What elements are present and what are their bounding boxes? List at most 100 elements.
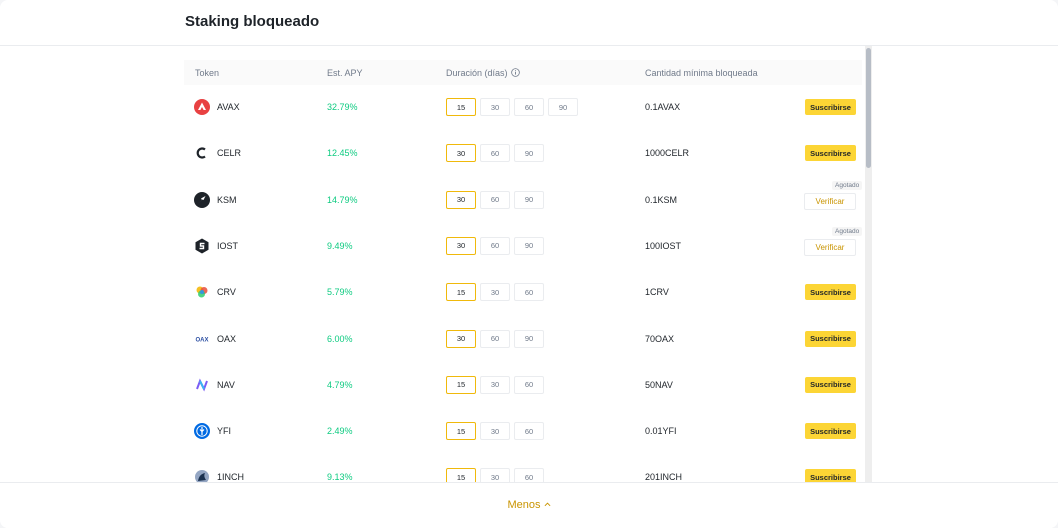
duration-option-30[interactable]: 30: [446, 329, 476, 348]
apy-value: 32.79%: [327, 102, 358, 112]
table-row: OAX OAX 6.00% 30 60 90 70OAX Suscribirse: [184, 316, 862, 362]
token-name: AVAX: [217, 102, 240, 112]
modal-footer: Menos: [0, 482, 1058, 528]
apy-value: 9.13%: [327, 472, 353, 482]
token-name: IOST: [217, 240, 239, 251]
sold-out-badge: Agotado: [832, 226, 863, 236]
subscribe-button[interactable]: Suscribirse: [805, 469, 856, 482]
table-row: KSM 14.79% 30 60 90 0.1KSM Agotado Verificar: [184, 177, 863, 223]
token-name: OAX: [217, 333, 237, 344]
duration-option-15[interactable]: 15: [446, 375, 476, 394]
table-row: 1INCH 9.13% 15 30 60 201INCH Suscribirse: [184, 454, 862, 482]
scrollbar[interactable]: [865, 46, 872, 482]
subscribe-button[interactable]: Suscribirse: [805, 145, 856, 162]
subscribe-button[interactable]: Suscribirse: [805, 423, 856, 440]
duration-option-90[interactable]: 90: [548, 98, 578, 116]
apy-value: 2.49%: [327, 426, 353, 437]
duration-option-60[interactable]: 60: [514, 375, 544, 394]
token-name: YFI: [217, 426, 232, 437]
duration-option-90[interactable]: 90: [514, 190, 544, 209]
celr-icon: [194, 145, 210, 161]
less-button[interactable]: Menos: [0, 499, 1058, 511]
subscribe-button[interactable]: Suscribirse: [805, 99, 856, 115]
duration-option-30[interactable]: 30: [446, 236, 476, 255]
subscribe-button[interactable]: Suscribirse: [805, 330, 856, 347]
token-name: CELR: [217, 148, 242, 159]
duration-option-30[interactable]: 30: [480, 468, 510, 482]
page-title: Staking bloqueado: [185, 13, 320, 30]
subscribe-button[interactable]: Suscribirse: [805, 284, 856, 301]
duration-options: 15 30 60 90: [446, 98, 582, 116]
duration-option-60[interactable]: 60: [480, 329, 510, 348]
sold-out-badge: Agotado: [832, 180, 863, 190]
column-header-min: Cantidad mínima bloqueada: [645, 68, 758, 78]
duration-option-15[interactable]: 15: [446, 98, 476, 116]
table-row: AVAX 32.79% 15 30 60 90 0.1AVAX Suscribirse: [184, 84, 862, 130]
duration-option-15[interactable]: 15: [446, 422, 476, 441]
info-icon[interactable]: [510, 68, 520, 77]
min-amount: 1CRV: [645, 287, 669, 298]
duration-option-30[interactable]: 30: [480, 98, 510, 116]
duration-option-30[interactable]: 30: [480, 375, 510, 394]
duration-option-15[interactable]: 15: [446, 468, 476, 482]
duration-option-15[interactable]: 15: [446, 283, 476, 302]
chevron-up-icon: [544, 502, 550, 507]
less-button-label: Menos: [507, 499, 541, 511]
duration-option-60[interactable]: 60: [514, 468, 544, 482]
table-row: CRV 5.79% 15 30 60 1CRV Suscribirse: [184, 269, 862, 315]
min-amount: 0.1AVAX: [645, 102, 681, 112]
column-header-duration-label: Duración (días): [446, 68, 508, 78]
min-amount: 0.1KSM: [645, 194, 678, 205]
verify-button[interactable]: Verificar: [804, 238, 856, 256]
table-row: IOST 9.49% 30 60 90 100IOST Agotado Verificar: [184, 223, 863, 269]
duration-option-60[interactable]: 60: [480, 190, 510, 209]
min-amount: 50NAV: [645, 379, 673, 390]
1inch-icon: [194, 469, 210, 482]
duration-options: 30 60 90: [446, 190, 548, 209]
min-amount: 100IOST: [645, 240, 682, 251]
verify-button[interactable]: Verificar: [804, 192, 856, 210]
token-name: CRV: [217, 287, 236, 298]
duration-option-30[interactable]: 30: [446, 190, 476, 209]
apy-value: 9.49%: [327, 240, 353, 251]
column-header-apy: Est. APY: [327, 68, 363, 78]
duration-option-30[interactable]: 30: [480, 283, 510, 302]
apy-value: 4.79%: [327, 379, 353, 390]
duration-options: 15 30 60: [446, 283, 548, 302]
nav-icon: [194, 377, 210, 393]
duration-option-60[interactable]: 60: [514, 283, 544, 302]
staking-table: Token Est. APY Duración (días) Cantidad …: [0, 46, 1058, 482]
duration-option-60[interactable]: 60: [480, 236, 510, 255]
token-name: KSM: [217, 194, 237, 205]
crv-icon: [194, 284, 210, 300]
duration-option-60[interactable]: 60: [480, 144, 510, 163]
duration-option-90[interactable]: 90: [514, 236, 544, 255]
duration-options: 30 60 90: [446, 236, 548, 255]
duration-options: 30 60 90: [446, 144, 548, 163]
column-header-duration: Duración (días): [446, 68, 520, 78]
duration-option-60[interactable]: 60: [514, 422, 544, 441]
staking-modal: Staking bloqueado Token Est. APY Duració…: [0, 0, 1058, 528]
table-row: NAV 4.79% 15 30 60 50NAV Suscribirse: [184, 362, 862, 408]
apy-value: 5.79%: [327, 287, 353, 298]
duration-options: 30 60 90: [446, 329, 548, 348]
duration-options: 15 30 60: [446, 375, 548, 394]
token-name: NAV: [217, 379, 235, 390]
apy-value: 6.00%: [327, 333, 353, 344]
table-row: YFI 2.49% 15 30 60 0.01YFI Suscribirse: [184, 408, 862, 454]
scrollbar-thumb[interactable]: [866, 48, 871, 168]
duration-option-30[interactable]: 30: [480, 422, 510, 441]
table-row: CELR 12.45% 30 60 90 1000CELR Suscribirse: [184, 130, 862, 176]
duration-option-90[interactable]: 90: [514, 144, 544, 163]
duration-option-30[interactable]: 30: [446, 144, 476, 163]
subscribe-button[interactable]: Suscribirse: [805, 376, 856, 393]
min-amount: 1000CELR: [645, 148, 690, 159]
min-amount: 201INCH: [645, 472, 683, 482]
table-header: Token Est. APY Duración (días) Cantidad …: [184, 60, 862, 85]
duration-options: 15 30 60: [446, 468, 548, 482]
duration-option-90[interactable]: 90: [514, 329, 544, 348]
apy-value: 12.45%: [327, 148, 358, 159]
duration-option-60[interactable]: 60: [514, 98, 544, 116]
avax-icon: [194, 99, 210, 115]
svg-text:OAX: OAX: [195, 337, 208, 343]
